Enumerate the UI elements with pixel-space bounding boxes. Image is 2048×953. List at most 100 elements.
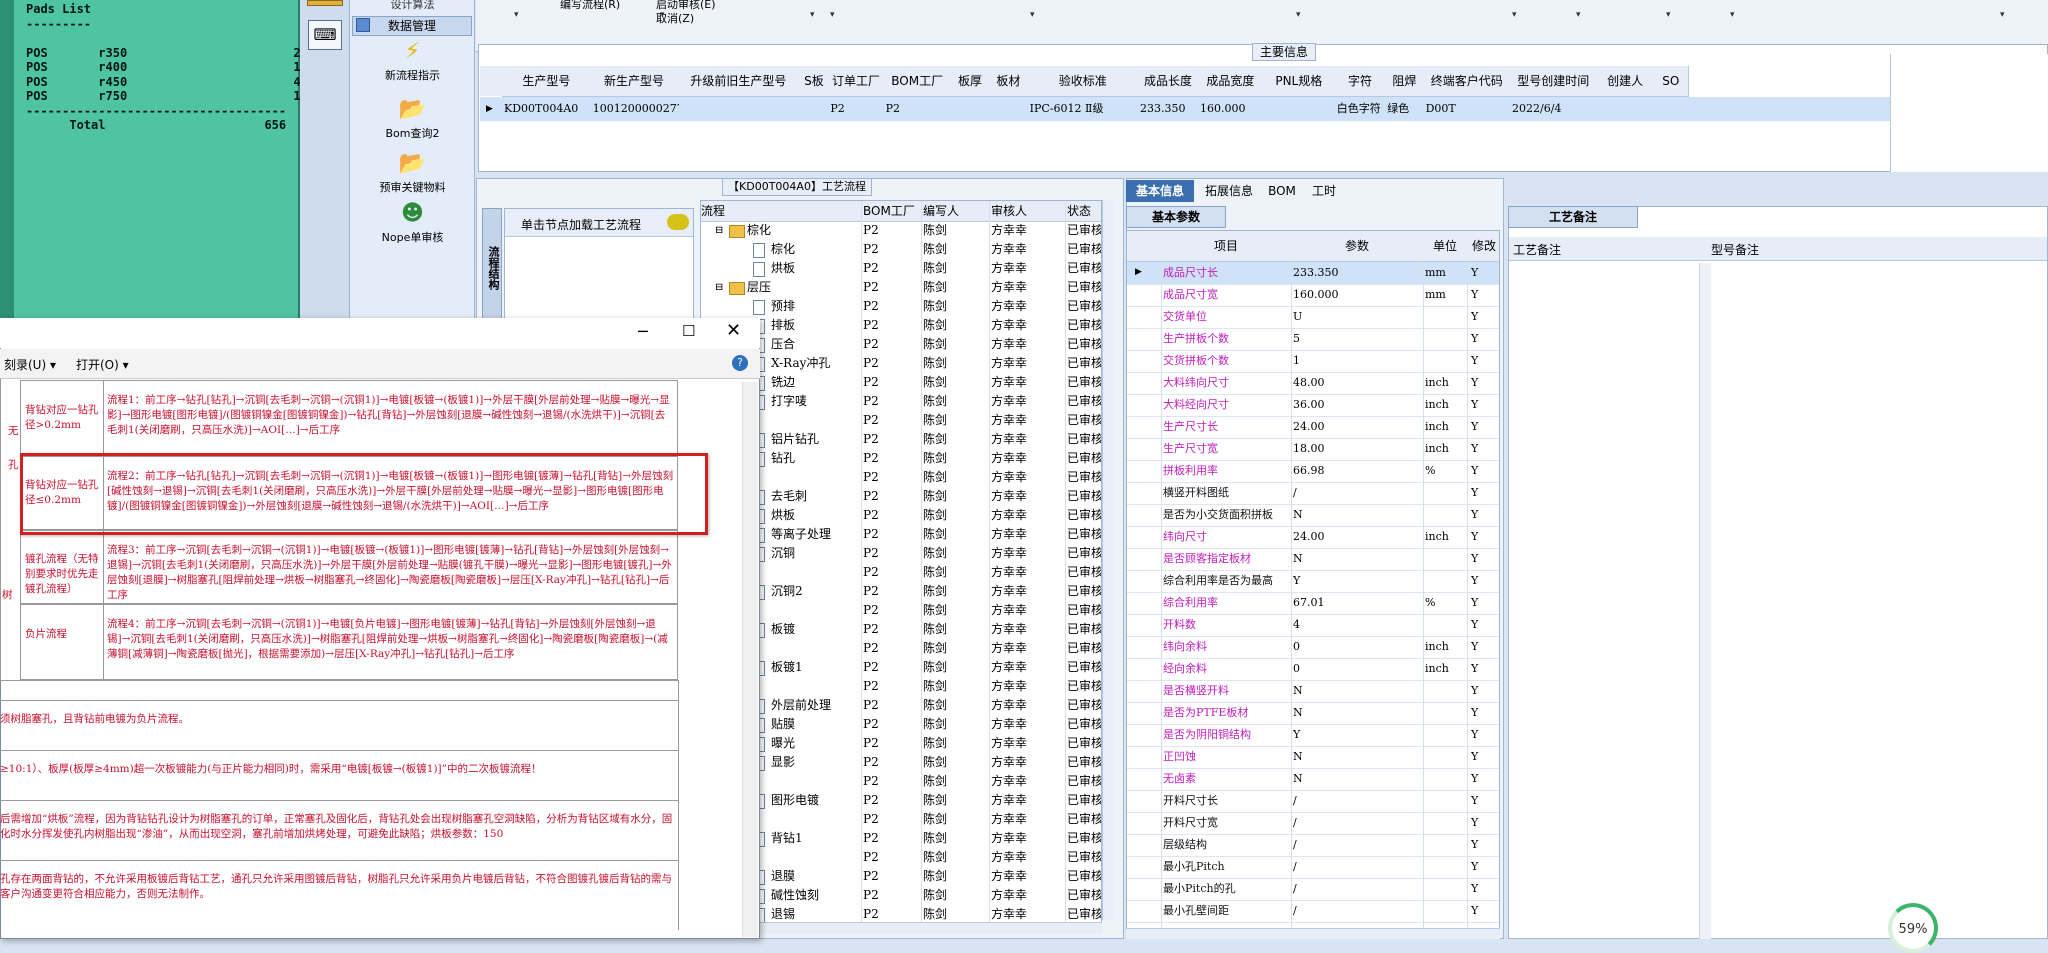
param-value[interactable]: 18.00 [1293, 438, 1421, 459]
param-row[interactable]: 生产尺寸宽 18.00 inch Y [1127, 438, 1499, 461]
tree-row[interactable]: ⊟ 层压 P2 陈剑 方幸幸 已审核 [701, 278, 1101, 297]
tree-row[interactable]: 钻孔P2陈剑方幸幸已审核 [701, 449, 1101, 468]
tree-row[interactable]: X-Ray冲孔 P2 陈剑 方幸幸 已审核 [701, 354, 1101, 373]
param-row[interactable]: 纬向尺寸 24.00 inch Y [1127, 526, 1499, 549]
col-header-11[interactable]: PNL规格 [1262, 66, 1336, 97]
col-header-14[interactable]: 终端客户代码 [1423, 66, 1511, 97]
nav-item-3[interactable]: ☻ Nope单审核 [350, 202, 475, 245]
tree-row[interactable]: 钻孔P2陈剑方幸幸已审核 [701, 411, 1101, 430]
param-row[interactable]: 是否顾客指定板材 N Y [1127, 548, 1499, 571]
tree-row[interactable]: 铝片钻孔 P2 陈剑 方幸幸 已审核 [701, 430, 1101, 449]
param-row[interactable]: 成品尺寸宽 160.000 mm Y [1127, 284, 1499, 307]
grid-hscrollbar[interactable] [1126, 928, 1500, 939]
tree-row[interactable]: 电镀P2陈剑方幸幸已审核 [701, 601, 1101, 620]
tree-row[interactable]: 烘板 P2 陈剑 方幸幸 已审核 [701, 506, 1101, 525]
col-header-8[interactable]: 验收标准 [1027, 66, 1139, 97]
tree-row[interactable]: 沉铜P2陈剑方幸幸已审核 [701, 468, 1101, 487]
param-value[interactable]: / [1293, 790, 1421, 811]
info-tab-2[interactable]: BOM [1264, 180, 1300, 202]
tree-row[interactable]: 等离子处理 P2 陈剑 方幸幸 已审核 [701, 525, 1101, 544]
param-row[interactable]: 大料纬向尺寸 48.00 inch Y [1127, 372, 1499, 395]
tree-hscrollbar[interactable] [700, 922, 1102, 934]
col-header-1[interactable]: 新生产型号 [590, 66, 679, 97]
process-structure-tab[interactable]: 流程结构 [482, 208, 502, 328]
tree-row[interactable]: 板镀1 P2 陈剑 方幸幸 已审核 [701, 658, 1101, 677]
tree-row[interactable]: ⊟ 棕化 P2 陈剑 方幸幸 已审核 [701, 221, 1101, 240]
param-row[interactable]: 生产拼板个数 5 Y [1127, 328, 1499, 351]
col-header-17[interactable]: SO [1654, 66, 1689, 97]
param-row[interactable]: 交货单位 U Y [1127, 306, 1499, 329]
tree-row[interactable]: 显影 P2 陈剑 方幸幸 已审核 [701, 753, 1101, 772]
notes-tab[interactable]: 工艺备注 [1508, 206, 1638, 228]
param-value[interactable]: N [1293, 702, 1421, 723]
col-header-10[interactable]: 成品宽度 [1198, 66, 1264, 97]
nav-item-0[interactable]: ⚡ 新流程指示 [350, 40, 475, 83]
notes-scrollbar[interactable] [1699, 263, 1711, 939]
info-tab-0[interactable]: 基本信息 [1126, 180, 1194, 202]
tree-row[interactable]: 钻孔1P2陈剑方幸幸已审核 [701, 810, 1101, 829]
param-row[interactable]: 经向余料 0 inch Y [1127, 658, 1499, 681]
param-row[interactable]: ▶ 成品尺寸长 233.350 mm Y [1127, 262, 1499, 285]
menu-burn[interactable]: 刻录(U) ▾ [4, 356, 56, 373]
tree-row[interactable]: 板镀 P2 陈剑 方幸幸 已审核 [701, 620, 1101, 639]
col-header-4[interactable]: 订单工厂 [828, 66, 885, 97]
param-value[interactable]: 160.000 [1293, 284, 1421, 305]
tree-col-1[interactable]: BOM工厂 [863, 201, 915, 221]
param-row[interactable]: 综合利用率是否为最高 Y Y [1127, 570, 1499, 593]
tree-row[interactable]: 碱性蚀刻 P2 陈剑 方幸幸 已审核 [701, 886, 1101, 905]
tree-row[interactable]: 烘板 P2 陈剑 方幸幸 已审核 [701, 259, 1101, 278]
param-value[interactable]: / [1293, 834, 1421, 855]
tree-scrollbar[interactable] [1102, 200, 1114, 920]
col-header-5[interactable]: BOM工厂 [883, 66, 952, 97]
param-value[interactable]: N [1293, 504, 1421, 525]
param-value[interactable]: 67.01 [1293, 592, 1421, 613]
col-header-2[interactable]: 升级前旧生产型号 [677, 66, 801, 97]
tree-row[interactable]: 打字唛 P2 陈剑 方幸幸 已审核 [701, 392, 1101, 411]
param-value[interactable]: N [1293, 768, 1421, 789]
param-value[interactable]: / [1293, 878, 1421, 899]
tree-row[interactable]: 背钻1 P2 陈剑 方幸幸 已审核 [701, 829, 1101, 848]
tree-row[interactable]: 贴膜 P2 陈剑 方幸幸 已审核 [701, 715, 1101, 734]
grid-col-2[interactable]: 单位 [1423, 231, 1468, 262]
tree-row[interactable]: 铣边 P2 陈剑 方幸幸 已审核 [701, 373, 1101, 392]
col-header-3[interactable]: S板 [799, 66, 830, 97]
param-value[interactable]: 36.00 [1293, 394, 1421, 415]
param-row[interactable]: 综合利用率 67.01% Y [1127, 592, 1499, 615]
nav-item-1[interactable]: 📂 Bom查询2 [350, 98, 475, 141]
minimize-icon[interactable]: ─ [638, 322, 648, 341]
param-value[interactable]: Y [1293, 724, 1421, 745]
param-row[interactable]: 无卤素 N Y [1127, 768, 1499, 791]
menu-open[interactable]: 打开(O) ▾ [76, 356, 129, 373]
param-value[interactable]: / [1293, 812, 1421, 833]
tree-row[interactable]: 压合 P2 陈剑 方幸幸 已审核 [701, 335, 1101, 354]
param-value[interactable]: 0 [1293, 636, 1421, 657]
col-header-12[interactable]: 字符 [1334, 66, 1387, 97]
param-value[interactable]: 48.00 [1293, 372, 1421, 393]
param-value[interactable]: 24.00 [1293, 416, 1421, 437]
param-value[interactable]: N [1293, 548, 1421, 569]
param-row[interactable]: 是否为阴阳铜结构 Y Y [1127, 724, 1499, 747]
collapse-icon[interactable]: ⊟ [715, 278, 723, 297]
grid-col-0[interactable]: 项目 [1161, 231, 1292, 262]
param-row[interactable]: 横竖开料图纸 / Y [1127, 482, 1499, 505]
param-row[interactable]: 开料数 4 Y [1127, 614, 1499, 637]
param-row[interactable]: 开料尺寸长 / Y [1127, 790, 1499, 813]
tree-row[interactable]: 外层蚀刻P2陈剑方幸幸已审核 [701, 848, 1101, 867]
param-value[interactable]: Y [1293, 570, 1421, 591]
tree-row[interactable]: 电镀1P2陈剑方幸幸已审核 [701, 639, 1101, 658]
grid-col-1[interactable]: 参数 [1291, 231, 1424, 262]
col-header-15[interactable]: 型号创建时间 [1510, 66, 1598, 97]
calculator-icon[interactable]: ⌨ [308, 20, 342, 50]
col-header-13[interactable]: 阻焊 [1385, 66, 1425, 97]
info-tab-1[interactable]: 拓展信息 [1198, 180, 1260, 202]
col-header-7[interactable]: 板材 [989, 66, 1029, 97]
tree-col-4[interactable]: 状态 [1067, 201, 1091, 221]
param-value[interactable]: 233.350 [1293, 262, 1421, 283]
param-row[interactable]: 是否横竖开料 N Y [1127, 680, 1499, 703]
param-row[interactable]: 生产尺寸长 24.00 inch Y [1127, 416, 1499, 439]
param-row[interactable]: 最小Pitch的孔 / Y [1127, 878, 1499, 901]
col-header-16[interactable]: 创建人 [1596, 66, 1655, 97]
param-value[interactable]: 66.98 [1293, 460, 1421, 481]
tree-row[interactable]: 退膜 P2 陈剑 方幸幸 已审核 [701, 867, 1101, 886]
param-value[interactable]: N [1293, 680, 1421, 701]
